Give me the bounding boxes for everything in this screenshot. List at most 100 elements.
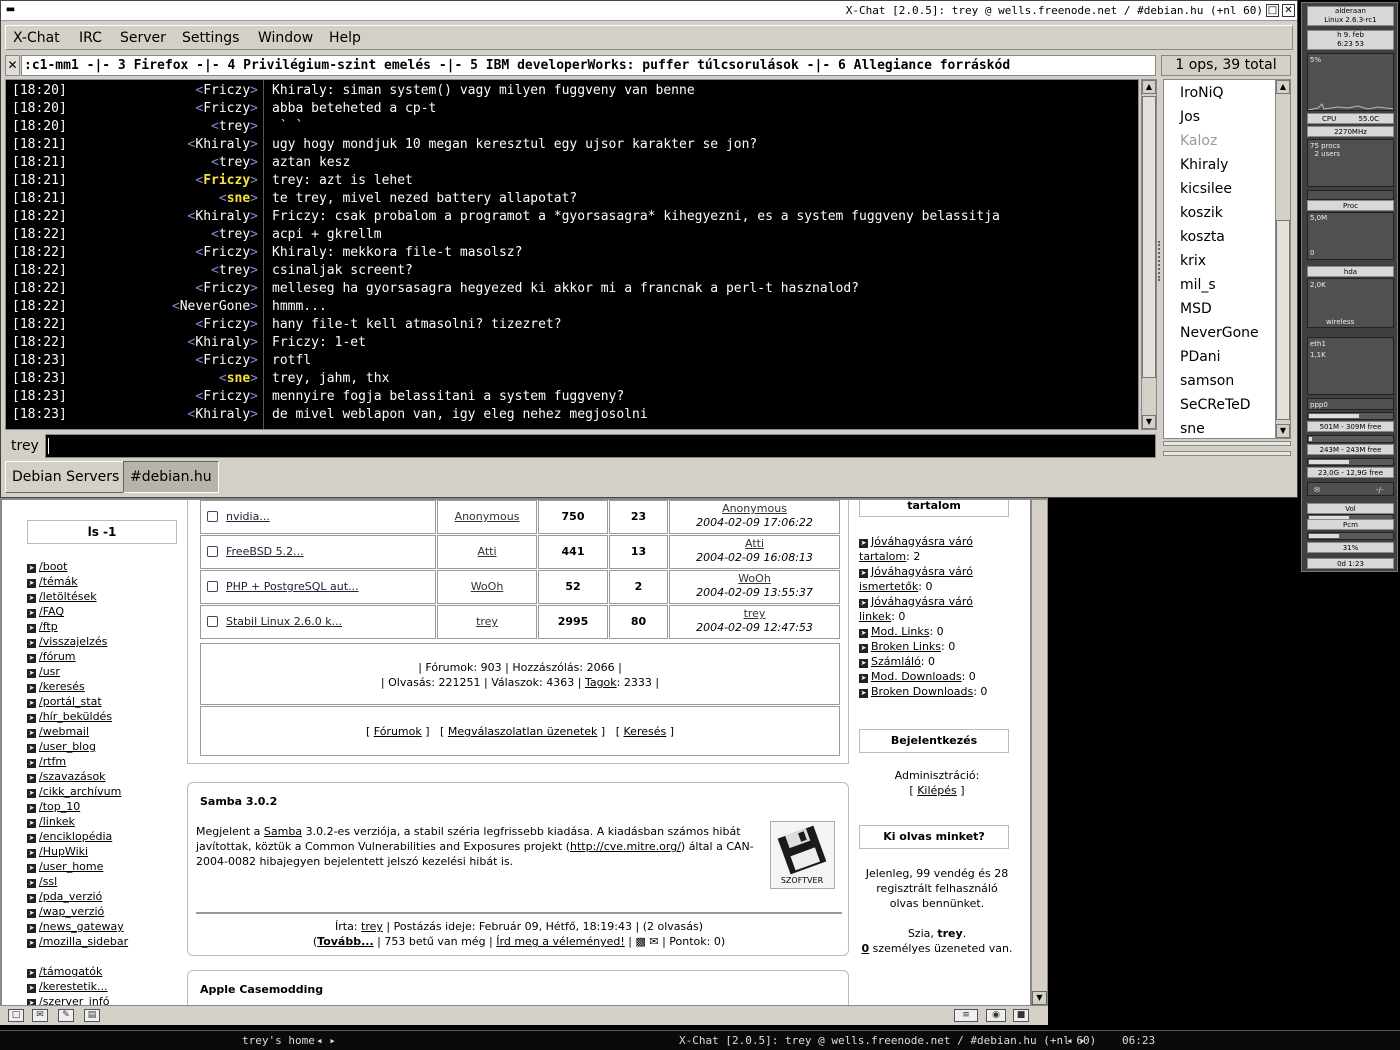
user-list-item[interactable]: sne xyxy=(1180,421,1205,437)
nick-button[interactable]: trey xyxy=(5,434,45,458)
menu-help[interactable]: Help xyxy=(329,30,361,46)
admin-stat-link[interactable]: Mod. Downloads xyxy=(871,670,962,683)
title-bar[interactable]: ▬ X-Chat [2.0.5]: trey @ wells.freenode.… xyxy=(1,1,1297,21)
comment-link[interactable]: Írd meg a véleményed! xyxy=(496,935,624,948)
nav-item[interactable]: ➤/user_blog xyxy=(27,739,96,754)
nav-item[interactable]: ➤/letöltések xyxy=(27,589,97,604)
topic-link[interactable]: nvidia... xyxy=(226,510,270,523)
scroll-down-arrow-icon[interactable]: ▼ xyxy=(1032,991,1047,1005)
menu-xchat[interactable]: X-Chat xyxy=(13,30,60,46)
nav-item[interactable]: ➤/HupWiki xyxy=(27,844,88,859)
taskbar-window-xchat[interactable]: X-Chat [2.0.5]: trey @ wells.freenode.ne… xyxy=(679,1034,1096,1047)
user-list-item[interactable]: Khiraly xyxy=(1180,157,1228,173)
close-icon[interactable]: ✕ xyxy=(1282,4,1295,17)
tab-debian-hu[interactable]: #debian.hu xyxy=(123,461,219,493)
address-book-icon[interactable]: ▤ xyxy=(84,1009,100,1022)
message-nick[interactable]: <sne> xyxy=(219,370,258,388)
user-list-item[interactable]: koszik xyxy=(1180,205,1223,221)
author-link[interactable]: trey xyxy=(476,615,498,628)
pcm-slider[interactable] xyxy=(1307,532,1394,540)
author-link[interactable]: WoOh xyxy=(471,580,504,593)
nav-item[interactable]: ➤/keresés xyxy=(27,679,85,694)
unanswered-link[interactable]: Megválaszolatlan üzenetek xyxy=(448,725,598,738)
chat-scroll-thumb[interactable] xyxy=(1142,96,1156,378)
message-input[interactable] xyxy=(45,434,1156,458)
admin-stat-link[interactable]: Számláló xyxy=(871,655,921,668)
tab-debian-servers[interactable]: Debian Servers xyxy=(5,461,127,493)
nav-item[interactable]: ➤/wap_verzió xyxy=(27,904,104,919)
nav-item[interactable]: ➤/webmail xyxy=(27,724,89,739)
nav-item[interactable]: ➤/enciklopédia xyxy=(27,829,112,844)
user-list-item[interactable]: IroNiQ xyxy=(1180,85,1224,101)
message-nick[interactable]: <Friczy> xyxy=(195,100,258,118)
scroll-down-arrow-icon[interactable]: ▼ xyxy=(1142,415,1156,429)
navigator-icon[interactable]: □ xyxy=(8,1009,24,1022)
email-icon[interactable]: ✉ xyxy=(649,935,658,948)
logout-link[interactable]: Kilépés xyxy=(917,784,957,797)
userlist-scrollbar[interactable]: ▲ ▼ xyxy=(1275,79,1291,439)
topic-link[interactable]: Stabil Linux 2.6.0 k... xyxy=(226,615,342,628)
chat-scrollbar[interactable]: ▲ ▼ xyxy=(1141,79,1157,430)
window-menu-icon[interactable]: ▬ xyxy=(4,4,17,17)
nav-item[interactable]: ➤/támogatók xyxy=(27,964,102,979)
message-nick[interactable]: <Friczy> xyxy=(195,316,258,334)
author-link[interactable]: trey xyxy=(361,920,383,933)
desktop-arrows-icon[interactable]: ◂ ▸ xyxy=(316,1034,336,1047)
window-arrows-icon[interactable]: ◂ ▸ xyxy=(1066,1034,1086,1047)
nav-item[interactable]: ➤/szerver_infó xyxy=(27,994,109,1005)
forums-link[interactable]: Fórumok xyxy=(374,725,422,738)
nav-item[interactable]: ➤/fórum xyxy=(27,649,76,664)
nav-item[interactable]: ➤/mozilla_sidebar xyxy=(27,934,128,949)
nav-item[interactable]: ➤/portál_stat xyxy=(27,694,102,709)
user-list-item[interactable]: krix xyxy=(1180,253,1206,269)
nav-item[interactable]: ➤/szavazások xyxy=(27,769,106,784)
samba-link[interactable]: Samba xyxy=(264,825,302,838)
message-nick[interactable]: <trey> xyxy=(211,118,258,136)
desktop-label[interactable]: trey's home xyxy=(242,1034,315,1047)
nav-item[interactable]: ➤/news_gateway xyxy=(27,919,124,934)
message-nick[interactable]: <Friczy> xyxy=(195,244,258,262)
nav-item[interactable]: ➤/ftp xyxy=(27,619,58,634)
pane-resize-handle[interactable] xyxy=(1158,241,1162,281)
nav-item[interactable]: ➤/linkek xyxy=(27,814,75,829)
message-nick[interactable]: <trey> xyxy=(211,226,258,244)
menu-settings[interactable]: Settings xyxy=(182,30,239,46)
message-nick[interactable]: <Khiraly> xyxy=(188,136,258,154)
user-list-item[interactable]: NeverGone xyxy=(1180,325,1259,341)
nav-item[interactable]: ➤/ssl xyxy=(27,874,57,889)
topic-close-button[interactable]: ✕ xyxy=(5,55,20,76)
cve-link[interactable]: http://cve.mitre.org/ xyxy=(570,840,681,853)
admin-stat-link[interactable]: Broken Links xyxy=(871,640,941,653)
menu-window[interactable]: Window xyxy=(258,30,313,46)
scroll-up-arrow-icon[interactable]: ▲ xyxy=(1142,80,1156,94)
nav-item[interactable]: ➤/kerestetik... xyxy=(27,979,108,994)
topic-link[interactable]: PHP + PostgreSQL aut... xyxy=(226,580,359,593)
message-nick[interactable]: <Friczy> xyxy=(195,172,258,190)
scroll-up-arrow-icon[interactable]: ▲ xyxy=(1276,80,1290,94)
print-icon[interactable]: ▩ xyxy=(635,935,645,948)
message-nick[interactable]: <Friczy> xyxy=(195,82,258,100)
members-link[interactable]: Tagok xyxy=(585,676,617,689)
nav-item[interactable]: ➤/pda_verzió xyxy=(27,889,102,904)
nav-item[interactable]: ➤/hír_beküldés xyxy=(27,709,112,724)
message-nick[interactable]: <trey> xyxy=(211,154,258,172)
nav-item[interactable]: ➤/user_home xyxy=(27,859,103,874)
last-poster-link[interactable]: Atti xyxy=(745,537,764,550)
admin-stat-link[interactable]: Broken Downloads xyxy=(871,685,973,698)
message-nick[interactable]: <Khiraly> xyxy=(188,208,258,226)
user-list-item[interactable]: mil_s xyxy=(1180,277,1216,293)
nav-item[interactable]: ➤/visszajelzés xyxy=(27,634,107,649)
author-link[interactable]: Atti xyxy=(477,545,496,558)
topic-bar[interactable]: :c1-mm1 -|- 3 Firefox -|- 4 Privilégium-… xyxy=(21,55,1156,76)
read-more-link[interactable]: Tovább... xyxy=(317,935,373,948)
message-nick[interactable]: <Friczy> xyxy=(195,352,258,370)
nav-item[interactable]: ➤/cikk_archívum xyxy=(27,784,121,799)
mail-icon[interactable]: ✉ xyxy=(32,1009,48,1022)
nav-item[interactable]: ➤/top_10 xyxy=(27,799,80,814)
author-link[interactable]: Anonymous xyxy=(455,510,520,523)
scroll-down-arrow-icon[interactable]: ▼ xyxy=(1276,424,1290,438)
message-nick[interactable]: <Khiraly> xyxy=(188,334,258,352)
message-nick[interactable]: <sne> xyxy=(219,190,258,208)
user-list[interactable]: IroNiQ Jos Kaloz Khiraly kicsilee koszik koszt… xyxy=(1163,79,1291,439)
user-list-item[interactable]: Kaloz xyxy=(1180,133,1217,149)
